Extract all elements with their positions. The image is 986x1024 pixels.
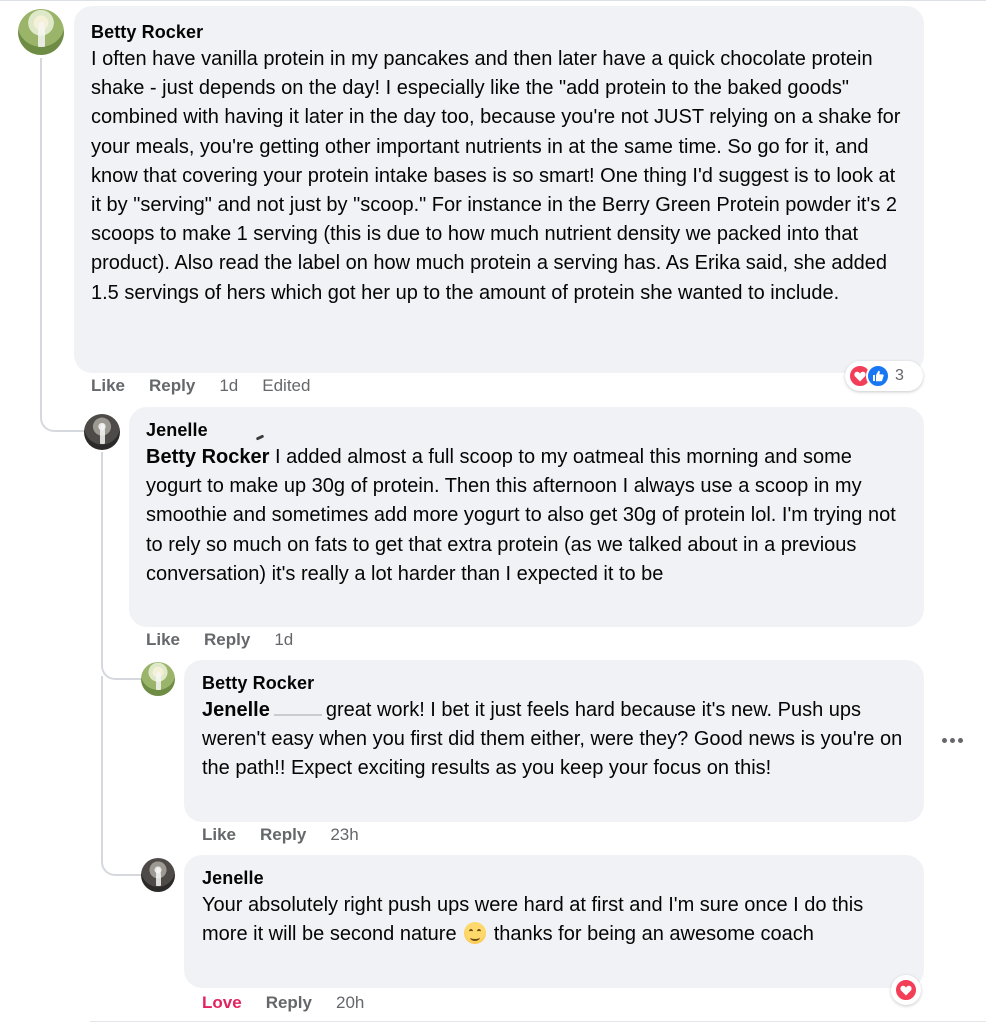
comment-bubble: Betty Rocker Jenelle great work! I bet it… xyxy=(184,660,924,822)
avatar[interactable] xyxy=(141,858,175,892)
comment-author[interactable]: Betty Rocker xyxy=(202,670,908,696)
comment-actions: Love Reply 20h xyxy=(202,993,388,1013)
avatar[interactable] xyxy=(141,662,175,696)
bottom-divider xyxy=(90,1021,986,1022)
avatar[interactable] xyxy=(18,9,64,55)
timestamp[interactable]: 1d xyxy=(274,630,293,650)
comment-bubble: Jenelle Betty Rocker I added almost a fu… xyxy=(129,407,924,627)
top-divider xyxy=(0,0,986,1)
like-button[interactable]: Like xyxy=(146,630,180,650)
comment-text: I often have vanilla protein in my panca… xyxy=(91,48,901,304)
comment-actions: Like Reply 1d Edited xyxy=(91,376,334,396)
comment-author[interactable]: Betty Rocker xyxy=(91,19,908,45)
reaction-summary[interactable]: 3 xyxy=(845,361,923,391)
comment-text: Betty Rocker I added almost a full scoop… xyxy=(146,446,896,585)
comment-author[interactable]: Jenelle xyxy=(202,865,910,891)
timestamp[interactable]: 1d xyxy=(219,376,238,396)
reply-button[interactable]: Reply xyxy=(204,630,250,650)
comment-bubble: Betty Rocker I often have vanilla protei… xyxy=(74,6,924,373)
more-horizontal-icon[interactable] xyxy=(942,738,963,743)
mention-link[interactable]: Betty Rocker xyxy=(146,446,269,468)
comment-actions: Like Reply 23h xyxy=(202,825,383,845)
mention-link[interactable]: Jenelle xyxy=(202,699,270,721)
smiling-face-emoji xyxy=(464,922,487,945)
comment-text: Your absolutely right push ups were hard… xyxy=(202,894,864,946)
reply-button[interactable]: Reply xyxy=(260,825,306,845)
edited-label: Edited xyxy=(262,376,311,395)
comment-author[interactable]: Jenelle xyxy=(146,417,908,443)
timestamp[interactable]: 20h xyxy=(336,993,364,1013)
comment-actions: Like Reply 1d xyxy=(146,630,317,650)
like-button[interactable]: Like xyxy=(91,376,125,396)
like-button[interactable]: Like xyxy=(202,825,236,845)
reaction-count: 3 xyxy=(895,367,904,384)
like-icon xyxy=(866,364,890,388)
comment-text: Jenelle great work! I bet it just feels h… xyxy=(202,699,903,780)
heart-icon xyxy=(894,978,918,1002)
timestamp[interactable]: 23h xyxy=(330,825,358,845)
redacted-name xyxy=(273,702,322,716)
reply-button[interactable]: Reply xyxy=(149,376,195,396)
reply-button[interactable]: Reply xyxy=(266,993,312,1013)
comment-bubble: Jenelle Your absolutely right push ups w… xyxy=(184,855,924,988)
avatar[interactable] xyxy=(84,414,120,450)
love-button[interactable]: Love xyxy=(202,993,242,1013)
reaction-summary[interactable] xyxy=(891,975,921,1005)
thread-line-reply-2 xyxy=(101,676,143,876)
